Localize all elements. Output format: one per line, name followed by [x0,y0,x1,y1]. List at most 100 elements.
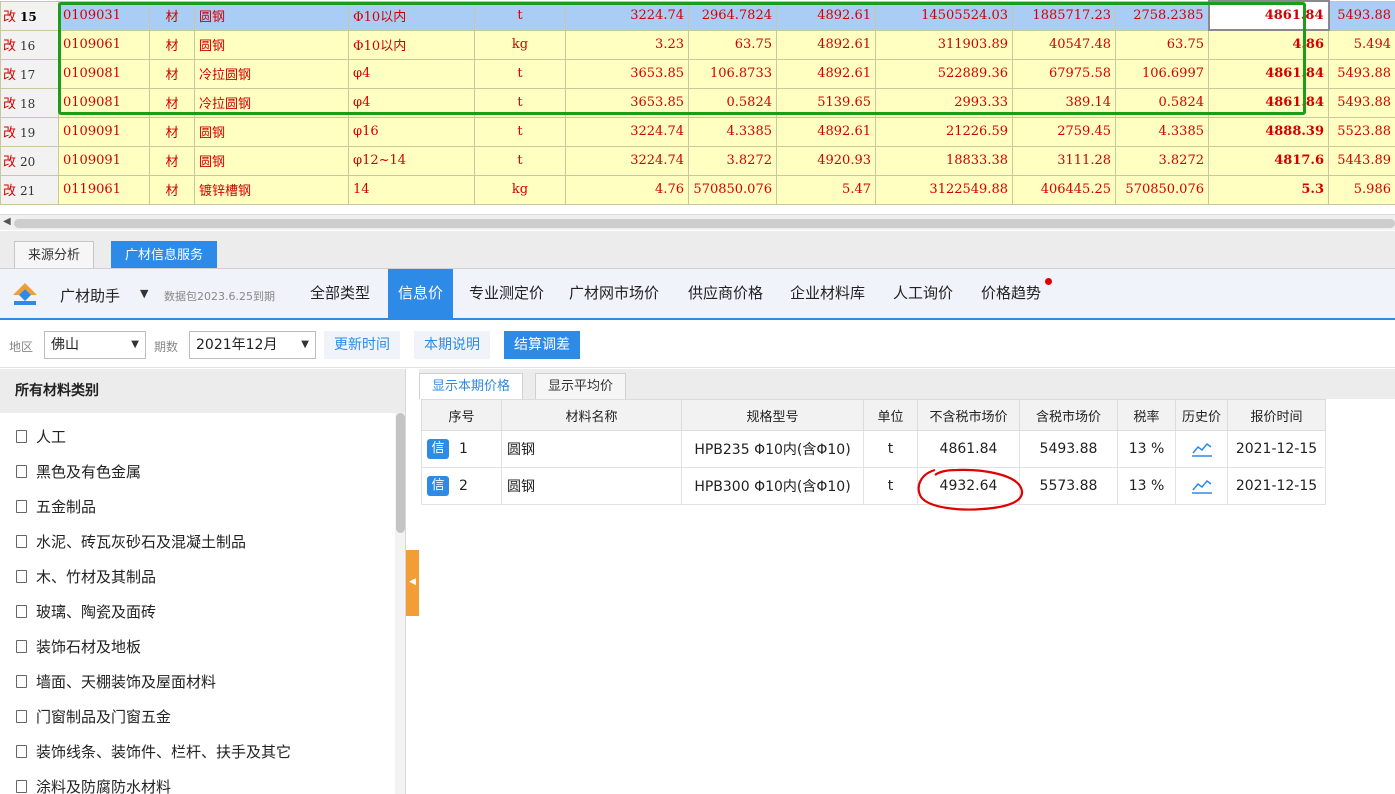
period-note-button[interactable]: 本期说明 [414,331,490,359]
cell-value[interactable]: 4888.39 [1208,116,1329,147]
cell-kind[interactable]: 材 [149,58,195,89]
panel-collapse-handle[interactable]: ◀ [406,550,419,616]
row-header[interactable]: 改 21 [0,174,59,205]
cell-kind[interactable]: 材 [149,145,195,176]
cell-value[interactable]: 4.3385 [1115,116,1209,147]
category-item[interactable]: 门窗制品及门窗五金 [0,700,395,735]
cell-kind[interactable]: 材 [149,174,195,205]
tab-source-analysis[interactable]: 来源分析 [14,241,95,268]
cell-name[interactable]: 冷拉圆钢 [194,87,349,118]
cell-kind[interactable]: 材 [149,29,195,60]
horizontal-scrollbar[interactable]: ◀ [0,214,1395,230]
assistant-name[interactable]: 广材助手 [60,285,120,306]
col-date[interactable]: 报价时间 [1227,399,1326,431]
cell-value[interactable]: 63.75 [1115,29,1209,60]
cell-value[interactable]: 570850.076 [1115,174,1209,205]
row-header[interactable]: 改 18 [0,87,59,118]
cell-unit[interactable]: t [474,145,566,176]
scroll-left-icon[interactable]: ◀ [3,216,11,227]
col-spec[interactable]: 规格型号 [681,399,864,431]
cell-kind[interactable]: 材 [149,87,195,118]
category-item[interactable]: 装饰线条、装饰件、栏杆、扶手及其它 [0,735,395,770]
cell-spec[interactable]: 14 [348,174,475,205]
cell-name[interactable]: 圆钢 [194,116,349,147]
cell-value[interactable]: 4861.84 [1207,0,1330,31]
period-select[interactable]: 2021年12月 ▼ [189,331,316,359]
table-row[interactable]: 信 2 圆钢 HPB300 Φ10内(含Φ10) t 4932.64 5573.88 13 %… [421,467,1326,505]
cell-value[interactable]: 3111.28 [1012,145,1116,176]
cell-code[interactable]: 0109081 [58,87,150,118]
row-header[interactable]: 改 17 [0,58,59,89]
cell-value[interactable]: 106.8733 [688,58,777,89]
cell-value[interactable]: 21226.59 [875,116,1013,147]
cell-value[interactable]: 3653.85 [565,87,689,118]
cell-value[interactable]: 5493.88 [1328,58,1395,89]
cell-value[interactable]: 4892.61 [776,116,876,147]
cell-value[interactable]: 5443.89 [1328,145,1395,176]
cell-unit[interactable]: kg [474,29,566,60]
cell-value[interactable]: 14505524.03 [875,0,1013,31]
cell-name[interactable]: 圆钢 [194,29,349,60]
cell-code[interactable]: 0109091 [58,145,150,176]
cell-value[interactable]: 63.75 [688,29,777,60]
scroll-thumb[interactable] [14,219,1395,228]
navtab-enterprise-library[interactable]: 企业材料库 [790,269,865,318]
navtab-market-price[interactable]: 广材网市场价 [569,269,659,318]
cell-name[interactable]: 镀锌槽钢 [194,174,349,205]
cell-value[interactable]: 570850.076 [688,174,777,205]
cell-name[interactable]: 圆钢 [194,145,349,176]
cell-value[interactable]: 5493.88 [1328,0,1395,31]
navtab-all-types[interactable]: 全部类型 [310,269,370,318]
table-row[interactable]: 改 18 0109081 材冷拉圆钢 φ4 t 3653.85 0.5824 5139.65 29… [0,87,1395,118]
cell-value[interactable]: 0.5824 [1115,87,1209,118]
table-row[interactable]: 改 17 0109081 材冷拉圆钢 φ4 t 3653.85 106.8733 4892.61… [0,58,1395,89]
cell-value[interactable]: 106.6997 [1115,58,1209,89]
cell-value[interactable]: 3.23 [565,29,689,60]
table-row[interactable]: 改 15 0109031 材圆钢 Φ10以内 t 3224.74 2964.7824 4892.… [0,0,1395,31]
cell-value[interactable]: 5.47 [776,174,876,205]
cell-value[interactable]: 3.8272 [1115,145,1209,176]
navtab-professional-price[interactable]: 专业测定价 [469,269,544,318]
trend-chart-icon[interactable] [1191,441,1213,457]
table-row[interactable]: 信 1 圆钢 HPB235 Φ10内(含Φ10) t 4861.84 5493.88 13 %… [421,430,1326,468]
row-header[interactable]: 改 20 [0,145,59,176]
cell-value[interactable]: 4861.84 [1208,87,1329,118]
region-select[interactable]: 佛山 ▼ [44,331,146,359]
cell-code[interactable]: 0109091 [58,116,150,147]
cell-value[interactable]: 3122549.88 [875,174,1013,205]
cell-unit[interactable]: kg [474,174,566,205]
cell-name[interactable]: 冷拉圆钢 [194,58,349,89]
navtab-price-trend[interactable]: 价格趋势 [981,269,1041,318]
navtab-manual-inquiry[interactable]: 人工询价 [893,269,953,318]
trend-chart-icon[interactable] [1191,478,1213,494]
cell-spec[interactable]: φ16 [348,116,475,147]
table-row[interactable]: 改 16 0109061 材圆钢 Φ10以内 kg 3.23 63.75 4892.61 3119… [0,29,1395,60]
table-row[interactable]: 改 21 0119061 材镀锌槽钢 14 kg 4.76 570850.076 5.47 312… [0,174,1395,205]
cell-code[interactable]: 0109061 [58,29,150,60]
cell-value[interactable]: 5139.65 [776,87,876,118]
cell-unit[interactable]: t [474,58,566,89]
cell-value[interactable]: 4892.61 [776,58,876,89]
cell-value[interactable]: 4.3385 [688,116,777,147]
col-price-ex-tax[interactable]: 不含税市场价 [917,399,1020,431]
cell-value[interactable]: 1885717.23 [1012,0,1116,31]
category-item[interactable]: 墙面、天棚装饰及屋面材料 [0,665,395,700]
cell-kind[interactable]: 材 [149,116,195,147]
cell-value[interactable]: 4.76 [565,174,689,205]
update-time-button[interactable]: 更新时间 [324,331,400,359]
category-item[interactable]: 木、竹材及其制品 [0,560,395,595]
row-header[interactable]: 改 16 [0,29,59,60]
col-unit[interactable]: 单位 [863,399,918,431]
cell-spec[interactable]: Φ10以内 [348,29,475,60]
tab-guangcai-info-service[interactable]: 广材信息服务 [111,241,218,268]
tab-average-price[interactable]: 显示平均价 [535,373,627,399]
category-scrollbar[interactable] [395,413,405,794]
cell-value[interactable]: 18833.38 [875,145,1013,176]
cell-value[interactable]: 2759.45 [1012,116,1116,147]
cell-spec[interactable]: φ4 [348,58,475,89]
cell-history[interactable] [1175,430,1228,468]
cell-value[interactable]: 3224.74 [565,116,689,147]
row-header[interactable]: 改 15 [0,0,59,31]
scroll-thumb[interactable] [396,413,405,533]
col-seq[interactable]: 序号 [421,399,502,431]
